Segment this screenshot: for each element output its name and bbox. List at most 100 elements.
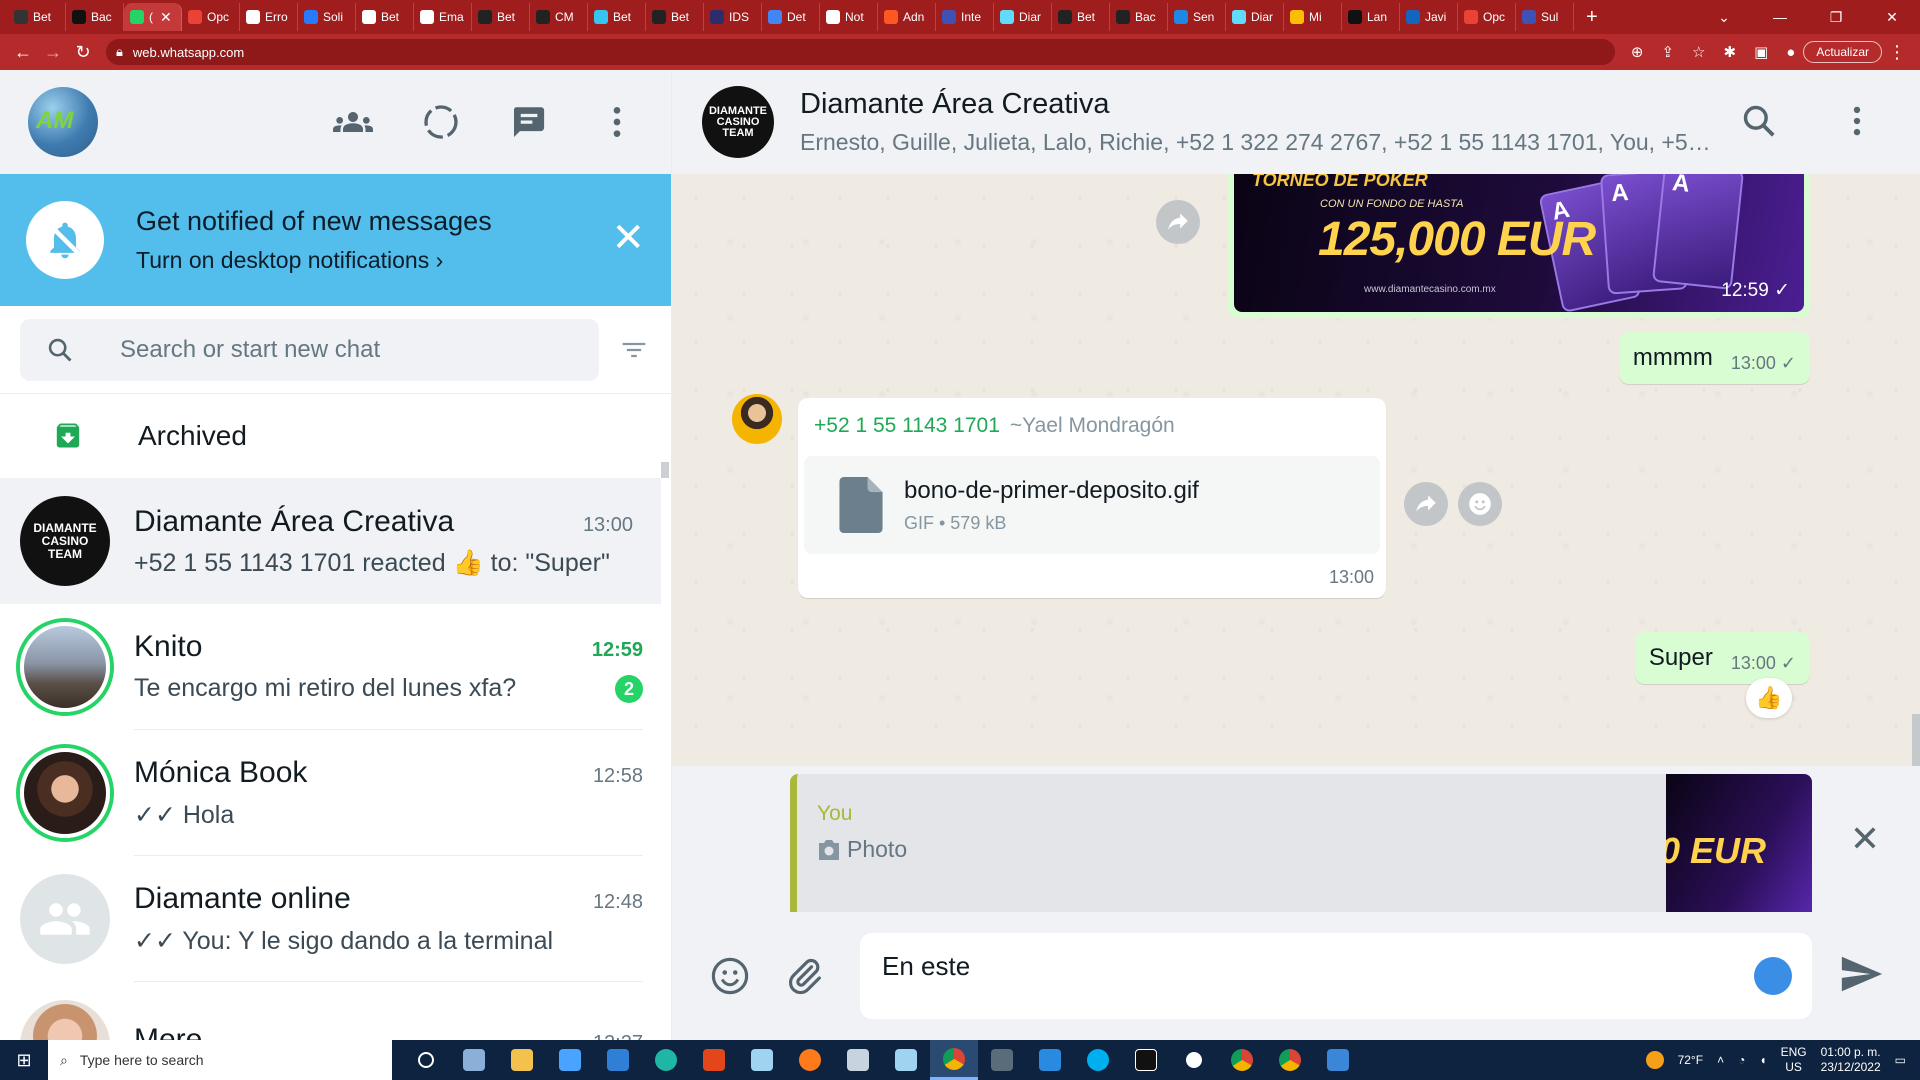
conversation-header[interactable]: DIAMANTE CASINO TEAM Diamante Área Creat… (672, 70, 1920, 174)
tray-chevron-icon[interactable]: ˄ (1717, 1053, 1724, 1067)
sidebar-scrollbar[interactable] (661, 462, 669, 478)
browser-tab[interactable]: Bet (646, 3, 704, 31)
browser-tab[interactable]: Diar (994, 3, 1052, 31)
edge-icon[interactable] (642, 1040, 690, 1080)
store-icon[interactable] (546, 1040, 594, 1080)
app-icon[interactable] (834, 1040, 882, 1080)
browser-tab[interactable]: Adn (878, 3, 936, 31)
incoming-document-message[interactable]: +52 1 55 1143 1701 ~Yael Mondragón bono-d… (798, 398, 1386, 598)
new-chat-icon[interactable] (509, 102, 549, 142)
close-window-button[interactable]: ✕ (1864, 9, 1920, 26)
volume-icon[interactable]: ◖ (1759, 1053, 1766, 1067)
browser-tab[interactable]: Bac (1110, 3, 1168, 31)
share-icon[interactable]: ⇪ (1661, 43, 1674, 61)
browser-menu-icon[interactable]: ⋮ (1882, 42, 1912, 63)
poker-promo-image[interactable]: A A A TORNEO DE POKER CON UN FONDO DE HA… (1234, 174, 1804, 312)
browser-tab[interactable]: Diar (1226, 3, 1284, 31)
network-icon[interactable]: ◔ (1738, 1053, 1745, 1067)
sender-avatar[interactable] (732, 394, 782, 444)
search-messages-icon[interactable] (1740, 102, 1778, 140)
windows-start-icon[interactable]: ⊞ (0, 1050, 48, 1071)
bookmark-star-icon[interactable]: ☆ (1692, 43, 1705, 61)
browser-tab[interactable]: Soli (298, 3, 356, 31)
new-tab-button[interactable]: + (1574, 6, 1610, 29)
browser-tab[interactable]: Javi (1400, 3, 1458, 31)
notepad2-icon[interactable] (882, 1040, 930, 1080)
photos-icon[interactable] (1314, 1040, 1362, 1080)
close-tab-icon[interactable]: ✕ (160, 9, 172, 26)
browser-tab[interactable]: Bet (472, 3, 530, 31)
skype-icon[interactable] (1074, 1040, 1122, 1080)
message-input-box[interactable] (860, 933, 1812, 1019)
close-icon[interactable]: ✕ (611, 218, 645, 258)
browser-tab[interactable]: Sen (1168, 3, 1226, 31)
messages-scrollbar[interactable] (1912, 714, 1920, 766)
forward-icon[interactable] (1156, 200, 1200, 244)
reload-icon[interactable]: ↻ (68, 42, 98, 63)
chat-item[interactable]: DIAMANTE CASINO TEAM Diamante Área Creativ… (0, 478, 661, 604)
browser-tab[interactable]: Bet (356, 3, 414, 31)
close-reply-icon[interactable]: ✕ (1850, 818, 1880, 860)
group-avatar[interactable]: DIAMANTE CASINO TEAM (702, 86, 774, 158)
browser-tab[interactable]: Ema (414, 3, 472, 31)
browser-tab[interactable]: IDS (704, 3, 762, 31)
task-view-icon[interactable] (450, 1040, 498, 1080)
forward-icon[interactable] (1404, 482, 1448, 526)
update-button[interactable]: Actualizar (1803, 41, 1882, 63)
menu-icon[interactable] (597, 102, 637, 142)
minimize-button[interactable]: — (1752, 9, 1808, 25)
chat-item[interactable]: Mere 12:27 (0, 982, 671, 1040)
taskbar-search[interactable]: ⌕ Type here to search (48, 1040, 392, 1080)
calculator-icon[interactable] (978, 1040, 1026, 1080)
browser-tab[interactable]: Bet (588, 3, 646, 31)
browser-tab[interactable]: Mi (1284, 3, 1342, 31)
forward-icon[interactable]: → (38, 42, 68, 63)
document-attachment[interactable]: bono-de-primer-deposito.gif GIF • 579 kB (804, 456, 1380, 554)
browser-tab[interactable]: Lan (1342, 3, 1400, 31)
clock[interactable]: 01:00 p. m. 23/12/2022 (1821, 1045, 1881, 1075)
browser-tab[interactable]: Erro (240, 3, 298, 31)
communities-icon[interactable] (333, 102, 373, 142)
chat-item[interactable]: Mónica Book 12:58 ✓✓ Hola (0, 730, 671, 856)
browser-tab[interactable]: Bet (1052, 3, 1110, 31)
profile-avatar-icon[interactable]: ● (1786, 44, 1795, 61)
zoom-icon[interactable]: ⊕ (1631, 43, 1644, 61)
mail-icon[interactable] (594, 1040, 642, 1080)
reaction-thumbs-up[interactable]: 👍 (1746, 678, 1792, 718)
message-input[interactable] (882, 951, 1702, 991)
browser-tab[interactable]: Opc (182, 3, 240, 31)
tab-search-icon[interactable]: ⌄ (1696, 9, 1752, 26)
chat-item[interactable]: Knito 12:59 Te encargo mi retiro del lune… (0, 604, 671, 730)
filter-icon[interactable] (617, 333, 651, 367)
chat-item[interactable]: Diamante online 12:48 ✓✓ You: Y le sigo d… (0, 856, 671, 982)
browser-tab[interactable]: Sul (1516, 3, 1574, 31)
settings-icon[interactable] (1170, 1040, 1218, 1080)
browser-tab[interactable]: (✕ (124, 3, 182, 31)
search-box[interactable] (20, 318, 599, 381)
reply-quote[interactable]: You Photo 0 EUR (790, 774, 1812, 920)
browser-tab[interactable]: Inte (936, 3, 994, 31)
notepad-icon[interactable] (738, 1040, 786, 1080)
attach-icon[interactable] (782, 954, 826, 998)
back-icon[interactable]: ← (8, 42, 38, 63)
sender-phone[interactable]: +52 1 55 1143 1701 (814, 414, 1000, 437)
status-icon[interactable] (421, 102, 461, 142)
cortana-icon[interactable] (402, 1040, 450, 1080)
browser-tab[interactable]: Det (762, 3, 820, 31)
profile-avatar[interactable] (28, 87, 98, 157)
vscode-icon[interactable] (1026, 1040, 1074, 1080)
language-indicator[interactable]: ENG US (1781, 1045, 1807, 1075)
archived-row[interactable]: Archived (0, 394, 671, 478)
app-b-icon[interactable] (1122, 1040, 1170, 1080)
office-icon[interactable] (690, 1040, 738, 1080)
browser-tab[interactable]: Opc (1458, 3, 1516, 31)
extensions-icon[interactable]: ✱ (1723, 43, 1736, 61)
image-message[interactable]: A A A TORNEO DE POKER CON UN FONDO DE HA… (1228, 174, 1810, 318)
chrome-profile-icon[interactable] (1218, 1040, 1266, 1080)
weather-icon[interactable] (1645, 1051, 1664, 1069)
firefox-icon[interactable] (786, 1040, 834, 1080)
conversation-menu-icon[interactable] (1838, 102, 1876, 140)
browser-tab[interactable]: CM (530, 3, 588, 31)
grammarly-icon[interactable] (1754, 957, 1792, 995)
notification-center-icon[interactable]: ▭ (1895, 1053, 1906, 1067)
